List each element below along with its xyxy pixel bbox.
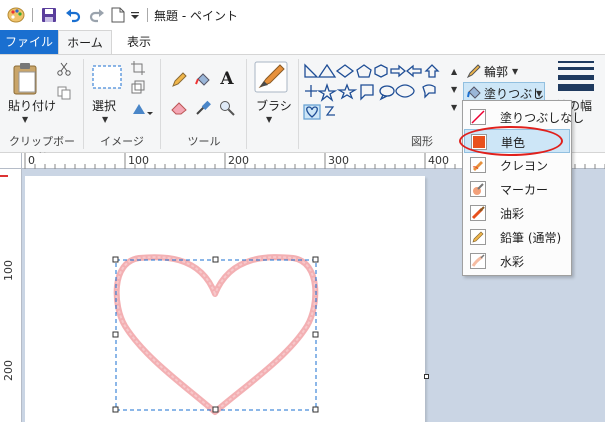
tools-group-label: ツール: [187, 135, 221, 148]
ruler-corner: [0, 153, 22, 169]
canvas-resize-handle[interactable]: [424, 374, 429, 379]
watercolor-icon: [470, 253, 486, 269]
customize-dropdown-icon[interactable]: [128, 0, 142, 30]
outline-icon[interactable]: [466, 63, 482, 79]
crop-icon[interactable]: [130, 60, 146, 76]
paint-palette-icon: [6, 0, 26, 30]
ruler-v-label: 200: [2, 360, 15, 381]
resize-handle: [312, 331, 319, 338]
menu-item-label: 水彩: [500, 255, 525, 269]
outline-chevron-down-icon[interactable]: ▼: [512, 67, 518, 76]
redo-icon[interactable]: [86, 0, 108, 30]
menu-item-crayon[interactable]: クレヨン: [464, 153, 570, 177]
resize-handle: [312, 256, 319, 263]
ruler-h-label: 0: [28, 154, 35, 167]
ruler-v-label: 100: [2, 260, 15, 281]
rotate-icon[interactable]: [130, 101, 154, 117]
shapes-expand-icon[interactable]: ▼: [451, 103, 457, 112]
title-separator: [144, 0, 150, 30]
select-label: 選択: [92, 99, 117, 113]
color-picker-icon[interactable]: [194, 99, 212, 117]
copy-icon[interactable]: [56, 85, 72, 101]
oil-icon: [470, 205, 486, 221]
text-tool-icon[interactable]: A: [218, 69, 236, 89]
fill-chevron-down-icon[interactable]: ▼: [536, 89, 542, 98]
select-chevron-down-icon[interactable]: ▼: [102, 115, 108, 124]
resize-handle: [212, 406, 219, 413]
group-divider: [298, 59, 299, 149]
group-divider: [83, 59, 84, 149]
cut-icon[interactable]: [56, 61, 72, 77]
menu-item-marker[interactable]: マーカー: [464, 177, 570, 201]
ruler-h-label: 100: [128, 154, 149, 167]
new-file-icon[interactable]: [108, 0, 128, 30]
heart-shape: [113, 254, 319, 415]
fill-icon: [466, 85, 482, 101]
menu-item-label: 油彩: [500, 207, 525, 221]
resize-handle: [312, 406, 319, 413]
menu-item-watercolor[interactable]: 水彩: [464, 249, 570, 273]
resize-icon[interactable]: [130, 79, 146, 95]
qat-separator: [30, 0, 34, 30]
paste-button[interactable]: [8, 59, 44, 99]
brush-label: ブラシ: [256, 99, 292, 113]
tab-view[interactable]: 表示: [116, 30, 162, 54]
shapes-gallery[interactable]: [303, 63, 449, 121]
save-icon[interactable]: [38, 0, 60, 30]
shapes-scroll-down-icon[interactable]: ▼: [451, 85, 457, 94]
shapes-group-label: 図形: [411, 135, 433, 148]
group-divider: [246, 59, 247, 149]
resize-handle: [212, 256, 219, 263]
menu-item-oil[interactable]: 油彩: [464, 201, 570, 225]
marker-icon: [470, 181, 486, 197]
resize-handle: [112, 256, 119, 263]
window-title: 無題 - ペイント: [154, 9, 238, 23]
ribbon-tab-bar: ファイル ホーム 表示: [0, 30, 605, 55]
menu-item-label: 塗りつぶしなし: [500, 111, 585, 125]
crayon-icon: [470, 157, 486, 173]
ruler-h-label: 300: [328, 154, 349, 167]
ruler-origin-marker: [0, 175, 8, 177]
image-group-label: イメージ: [100, 135, 144, 148]
pencil-icon: [470, 229, 486, 245]
select-button[interactable]: [90, 63, 124, 91]
magnifier-icon[interactable]: [218, 99, 236, 117]
no-fill-icon: [470, 109, 486, 125]
paste-label: 貼り付け: [8, 99, 57, 113]
ruler-h-label: 200: [228, 154, 249, 167]
fill-bucket-icon[interactable]: [194, 71, 212, 89]
group-divider: [160, 59, 161, 149]
shapes-scroll-up-icon[interactable]: ▲: [451, 67, 457, 76]
brush-chevron-down-icon[interactable]: ▼: [266, 115, 272, 124]
selection-box: [115, 259, 317, 411]
menu-item-label: クレヨン: [500, 159, 549, 173]
size-icon[interactable]: [558, 61, 594, 91]
undo-icon[interactable]: [62, 0, 84, 30]
eraser-icon[interactable]: [170, 99, 188, 117]
outline-label[interactable]: 輪郭: [484, 63, 508, 80]
paste-chevron-down-icon[interactable]: ▼: [22, 115, 28, 124]
pencil-icon[interactable]: [170, 71, 188, 89]
ruler-h-label: 400: [428, 154, 449, 167]
resize-handle: [112, 331, 119, 338]
vertical-ruler: 100 200: [0, 169, 22, 422]
tab-home[interactable]: ホーム: [58, 30, 112, 55]
menu-item-pencil[interactable]: 鉛筆 (通常): [464, 225, 570, 249]
title-bar: 無題 - ペイント: [0, 0, 605, 30]
brush-button[interactable]: [252, 59, 290, 95]
tab-file[interactable]: ファイル: [0, 30, 58, 54]
menu-item-label: マーカー: [500, 183, 549, 197]
resize-handle: [112, 406, 119, 413]
drawing-canvas[interactable]: [25, 176, 425, 422]
menu-item-label: 鉛筆 (通常): [500, 231, 562, 245]
annotation-ring: [459, 126, 563, 156]
